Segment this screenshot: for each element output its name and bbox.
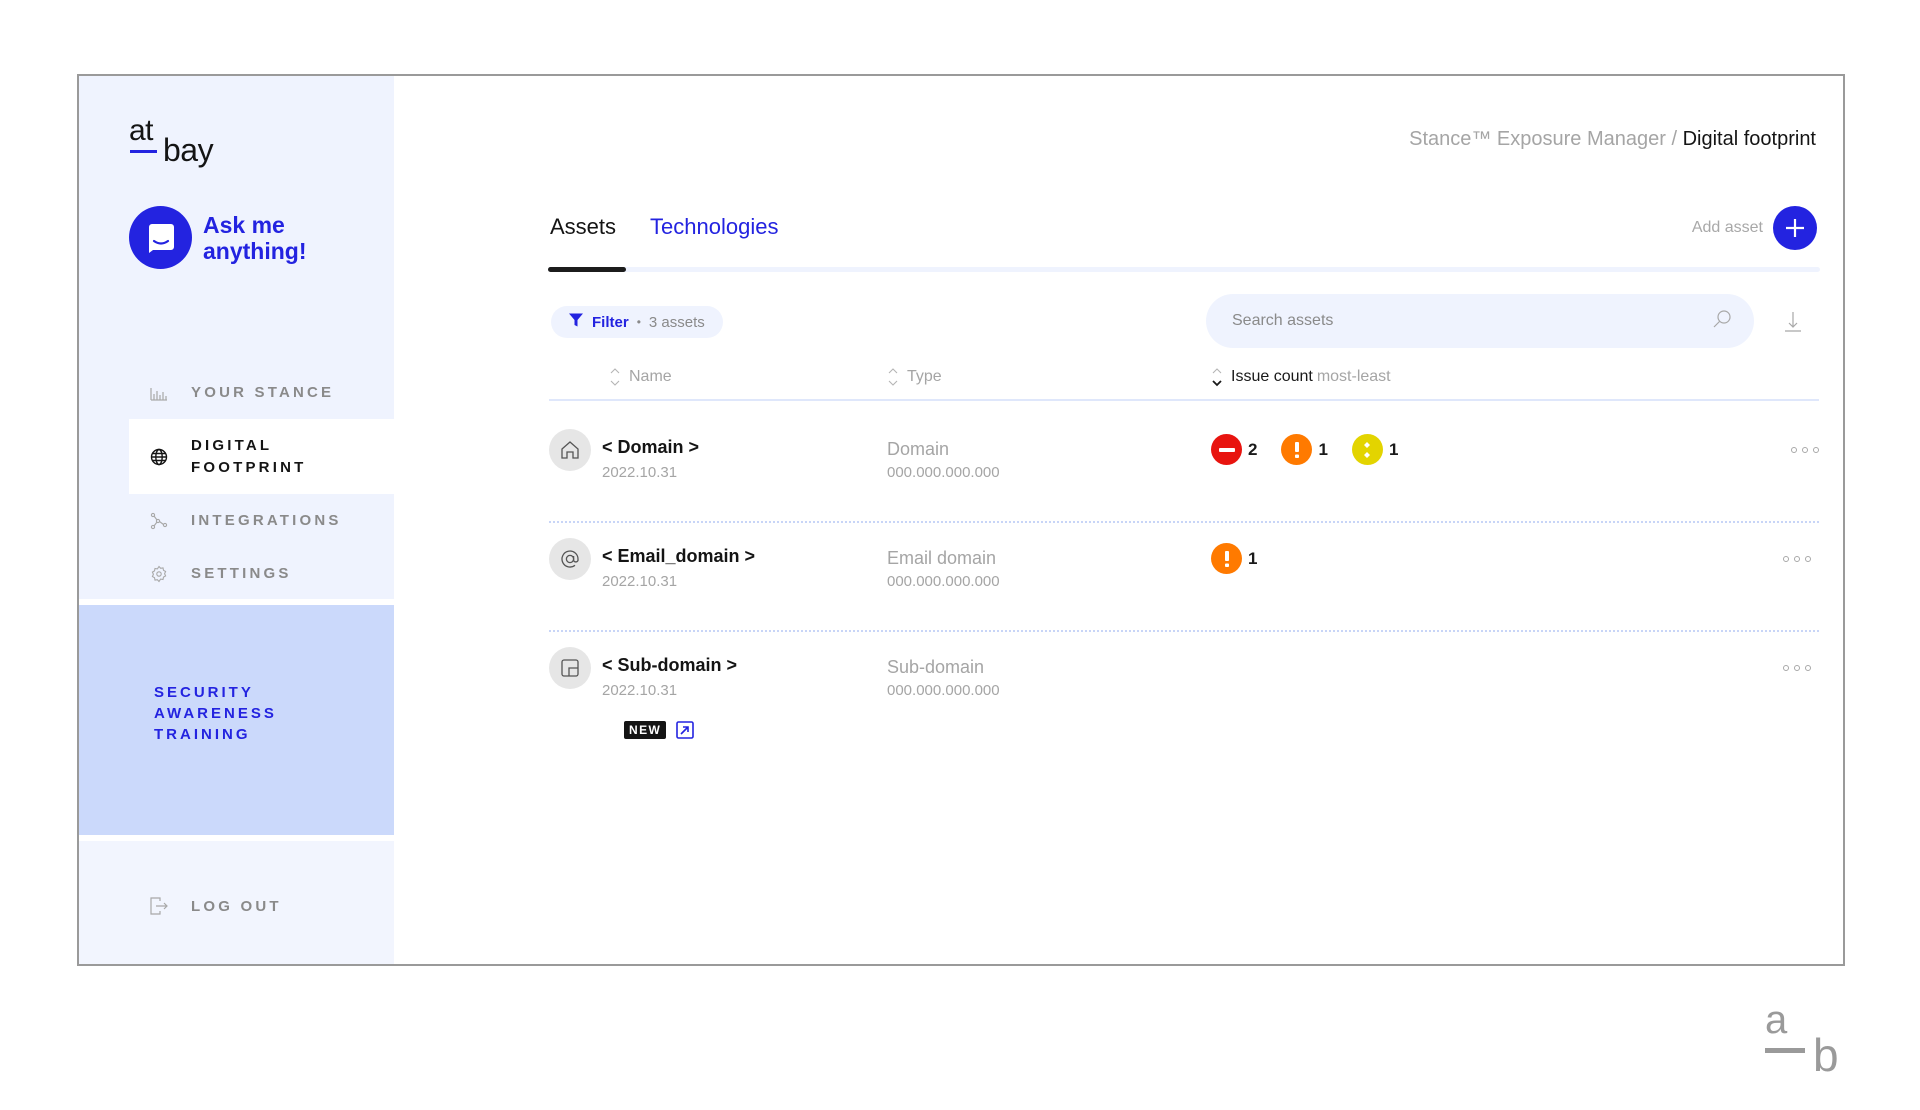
asset-date: 2022.10.31 <box>602 464 678 481</box>
exclamation-icon <box>1211 543 1242 574</box>
sort-icon <box>609 366 621 388</box>
tab-active-indicator <box>548 267 626 272</box>
ab-watermark: a b <box>1760 998 1840 1081</box>
security-awareness-training-link[interactable]: NEW SECURITY AWARENESS TRAINING <box>154 676 695 745</box>
sidebar-nav: YOUR STANCE DIGITAL FOOTPRINT INTEGRATIO… <box>129 366 394 600</box>
asset-type: Sub-domain <box>887 657 985 677</box>
tab-technologies[interactable]: Technologies <box>650 214 778 240</box>
subdomain-icon <box>549 647 591 689</box>
issue-count: 2 <box>1248 439 1258 459</box>
header-divider <box>549 399 1819 401</box>
table-row[interactable]: < Domain > 2022.10.31 Domain 000.000.000… <box>549 413 1819 521</box>
sidebar-item-label: INTEGRATIONS <box>191 511 342 529</box>
download-icon[interactable] <box>1782 309 1804 333</box>
sidebar-item-settings[interactable]: SETTINGS <box>129 547 394 600</box>
exclamation-icon <box>1281 434 1313 465</box>
filter-label: Filter <box>592 313 629 331</box>
sidebar-item-integrations[interactable]: INTEGRATIONS <box>129 494 394 547</box>
sidebar-item-label: SETTINGS <box>191 564 292 582</box>
ask-me-anything-button[interactable]: Ask me anything! <box>129 206 323 269</box>
asset-date: 2022.10.31 <box>602 573 678 590</box>
add-asset-label: Add asset <box>1691 219 1763 236</box>
column-issue-label: Issue count <box>1231 368 1313 385</box>
issue-counts: 2 1 1 <box>1211 434 1422 465</box>
sidebar-item-digital-footprint[interactable]: DIGITAL FOOTPRINT <box>129 419 394 494</box>
sort-desc-icon <box>1211 366 1223 388</box>
asset-ip: 000.000.000.000 <box>887 464 1000 481</box>
gear-icon <box>149 564 169 584</box>
at-bay-logo[interactable]: at bay <box>129 114 239 174</box>
watermark-a: a <box>1765 998 1788 1042</box>
issue-medium[interactable]: 1 <box>1351 434 1399 465</box>
ask-me-anything-label: Ask me anything! <box>203 211 307 264</box>
logout-icon <box>149 896 169 916</box>
issue-high[interactable]: 1 <box>1281 434 1328 465</box>
issue-count: 1 <box>1248 548 1258 568</box>
tab-assets[interactable]: Assets <box>550 214 616 240</box>
at-icon <box>549 538 591 580</box>
bar-chart-icon <box>149 383 169 403</box>
logout-button[interactable]: LOG OUT <box>149 896 282 916</box>
breadcrumb: Stance™ Exposure Manager / Digital footp… <box>1409 128 1816 151</box>
promo-title: SECURITY AWARENESS TRAINING <box>154 684 277 743</box>
sidebar-item-label: DIGITAL FOOTPRINT <box>191 436 307 476</box>
issue-counts: 1 <box>1211 543 1281 574</box>
more-options-icon[interactable] <box>1791 443 1819 457</box>
breadcrumb-current: Digital footprint <box>1682 128 1816 150</box>
filter-button[interactable]: Filter • 3 assets <box>551 306 723 338</box>
nodes-icon <box>149 511 169 531</box>
breadcrumb-separator: / <box>1665 128 1683 150</box>
plus-icon <box>1773 206 1817 250</box>
sidebar-item-label: YOUR STANCE <box>191 383 335 401</box>
asset-type: Email domain <box>887 548 997 568</box>
asset-count: 3 assets <box>648 313 705 331</box>
asset-date: 2022.10.31 <box>602 682 678 699</box>
logo-at: at <box>129 114 154 147</box>
sidebar: at bay Ask me anything! YOUR STANCE DIGI… <box>79 76 695 964</box>
sidebar-item-your-stance[interactable]: YOUR STANCE <box>129 366 394 419</box>
column-header-name[interactable]: Name <box>609 366 672 388</box>
globe-icon <box>149 447 169 467</box>
app-window: at bay Ask me anything! YOUR STANCE DIGI… <box>77 74 1845 966</box>
asset-name[interactable]: < Domain > <box>602 437 699 458</box>
search-icon[interactable] <box>1712 309 1732 334</box>
asset-type: Domain <box>887 439 950 459</box>
filter-icon <box>568 312 584 333</box>
asset-ip: 000.000.000.000 <box>887 573 1000 590</box>
issue-critical[interactable]: 2 <box>1211 434 1257 465</box>
sort-icon <box>887 366 899 388</box>
search-box <box>1206 294 1754 348</box>
asset-name[interactable]: < Sub-domain > <box>602 655 737 676</box>
column-header-type[interactable]: Type <box>887 366 942 388</box>
column-issue-sort-order: most-least <box>1316 368 1391 385</box>
column-type-label: Type <box>907 368 942 385</box>
issue-high[interactable]: 1 <box>1211 543 1257 574</box>
tabs: Assets Technologies <box>550 214 812 240</box>
logo-bay: bay <box>163 132 214 168</box>
watermark-b: b <box>1813 1029 1839 1081</box>
column-header-issue-count[interactable]: Issue count most-least <box>1211 366 1391 388</box>
watermark-line <box>1765 1048 1805 1053</box>
column-name-label: Name <box>629 368 672 385</box>
tab-track <box>548 267 1820 272</box>
issue-count: 1 <box>1318 439 1328 459</box>
filter-separator: • <box>636 315 641 329</box>
asset-name[interactable]: < Email_domain > <box>602 546 755 567</box>
more-options-icon[interactable] <box>1783 661 1811 675</box>
logout-label: LOG OUT <box>191 897 282 915</box>
search-input[interactable] <box>1232 312 1712 330</box>
more-options-icon[interactable] <box>1783 552 1811 566</box>
chat-smile-icon <box>129 206 192 269</box>
logo-underline <box>130 150 157 153</box>
minus-icon <box>1211 434 1242 465</box>
issue-count: 1 <box>1388 439 1399 459</box>
table-row[interactable]: < Email_domain > 2022.10.31 Email domain… <box>549 522 1819 630</box>
colon-icon <box>1351 434 1383 465</box>
breadcrumb-parent[interactable]: Stance™ Exposure Manager <box>1409 128 1666 150</box>
home-icon <box>549 429 591 471</box>
add-asset-button[interactable]: Add asset <box>1692 206 1817 250</box>
table-row[interactable]: < Sub-domain > 2022.10.31 Sub-domain 000… <box>549 631 1819 739</box>
asset-ip: 000.000.000.000 <box>887 682 1000 699</box>
